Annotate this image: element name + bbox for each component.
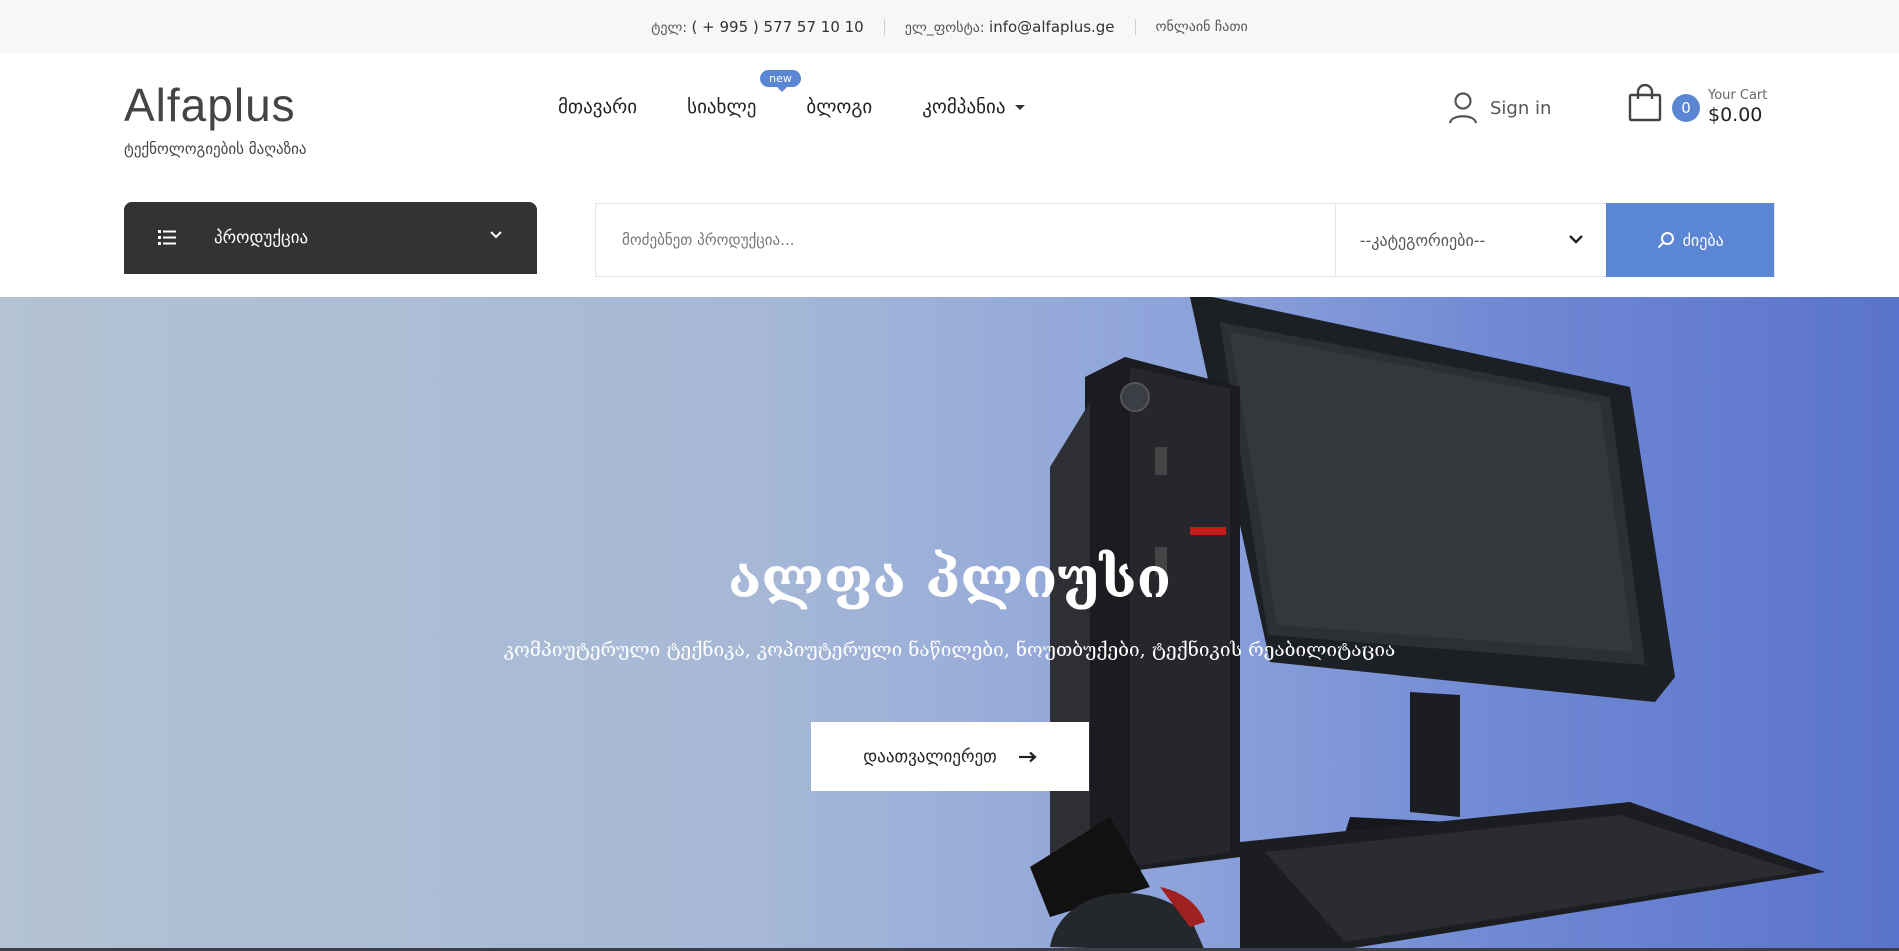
phone-info[interactable]: ტელ: ( + 995 ) 577 57 10 10 xyxy=(631,18,884,36)
phone-number[interactable]: ( + 995 ) 577 57 10 10 xyxy=(692,18,864,36)
sign-in-label: Sign in xyxy=(1490,97,1552,119)
phone-label: ტელ: xyxy=(651,19,688,36)
email-info[interactable]: ელ_ფოსტა: info@alfaplus.ge xyxy=(885,18,1135,36)
site-logo[interactable]: Alfaplus xyxy=(124,78,296,132)
cart-widget[interactable]: 0 Your Cart $0.00 xyxy=(1628,84,1767,126)
nav-item-blog[interactable]: ბლოგი xyxy=(806,96,872,118)
category-select-value: --კატეგორიები-- xyxy=(1359,230,1486,250)
caret-down-icon xyxy=(1014,105,1025,110)
search-button-label: ძიება xyxy=(1682,230,1724,250)
cart-amount: $0.00 xyxy=(1708,104,1763,126)
nav-item-home[interactable]: მთავარი xyxy=(558,96,637,118)
new-badge: new xyxy=(760,70,801,92)
nav-item-company[interactable]: კომპანია xyxy=(922,96,1025,118)
search-bar: --კატეგორიები-- ძიება xyxy=(595,203,1775,277)
search-button[interactable]: ძიება xyxy=(1606,203,1774,277)
sign-in-link[interactable]: Sign in xyxy=(1448,92,1551,124)
chevron-down-icon xyxy=(490,231,502,239)
nav-item-label: სიახლე xyxy=(687,96,757,118)
nav-item-label: ბლოგი xyxy=(806,96,873,118)
browse-button[interactable]: დაათვალიერეთ xyxy=(811,722,1089,791)
shopping-bag-icon xyxy=(1628,84,1662,122)
search-icon xyxy=(1657,232,1674,249)
main-nav: მთავარი სიახლე new ბლოგი კომპანია xyxy=(558,70,1025,118)
cart-count-badge: 0 xyxy=(1672,94,1700,122)
search-input[interactable] xyxy=(596,204,1335,276)
top-info-bar: ტელ: ( + 995 ) 577 57 10 10 ელ_ფოსტა: in… xyxy=(0,0,1899,53)
nav-item-label: მთავარი xyxy=(558,96,638,118)
hero-title: ალფა პლიუსი xyxy=(727,545,1172,611)
email-link[interactable]: info@alfaplus.ge xyxy=(989,18,1115,36)
hero-subtitle: კომპიუტერული ტექნიკა, კოპიუტერული ნაწილე… xyxy=(503,639,1396,661)
online-chat-link[interactable]: ონლაინ ჩათი xyxy=(1136,19,1268,35)
product-category-menu-button[interactable]: პროდუქცია xyxy=(124,202,537,274)
email-label: ელ_ფოსტა: xyxy=(904,19,985,36)
cart-summary: Your Cart $0.00 xyxy=(1708,88,1767,126)
cart-label: Your Cart xyxy=(1708,88,1768,103)
site-tagline: ტექნოლოგიების მაღაზია xyxy=(124,140,307,158)
chevron-down-icon xyxy=(1569,235,1584,244)
category-select[interactable]: --კატეგორიები-- xyxy=(1334,204,1607,276)
nav-item-new[interactable]: სიახლე new xyxy=(687,70,801,118)
nav-item-label: კომპანია xyxy=(922,96,1006,118)
category-menu-label: პროდუქცია xyxy=(214,228,309,248)
browse-button-label: დაათვალიერეთ xyxy=(863,746,997,767)
user-icon xyxy=(1448,92,1478,124)
desktop-computer-image xyxy=(1030,297,1825,951)
list-icon xyxy=(158,230,176,245)
hero-banner: ალფა პლიუსი კომპიუტერული ტექნიკა, კოპიუტ… xyxy=(0,297,1899,951)
arrow-right-icon xyxy=(1018,751,1037,762)
